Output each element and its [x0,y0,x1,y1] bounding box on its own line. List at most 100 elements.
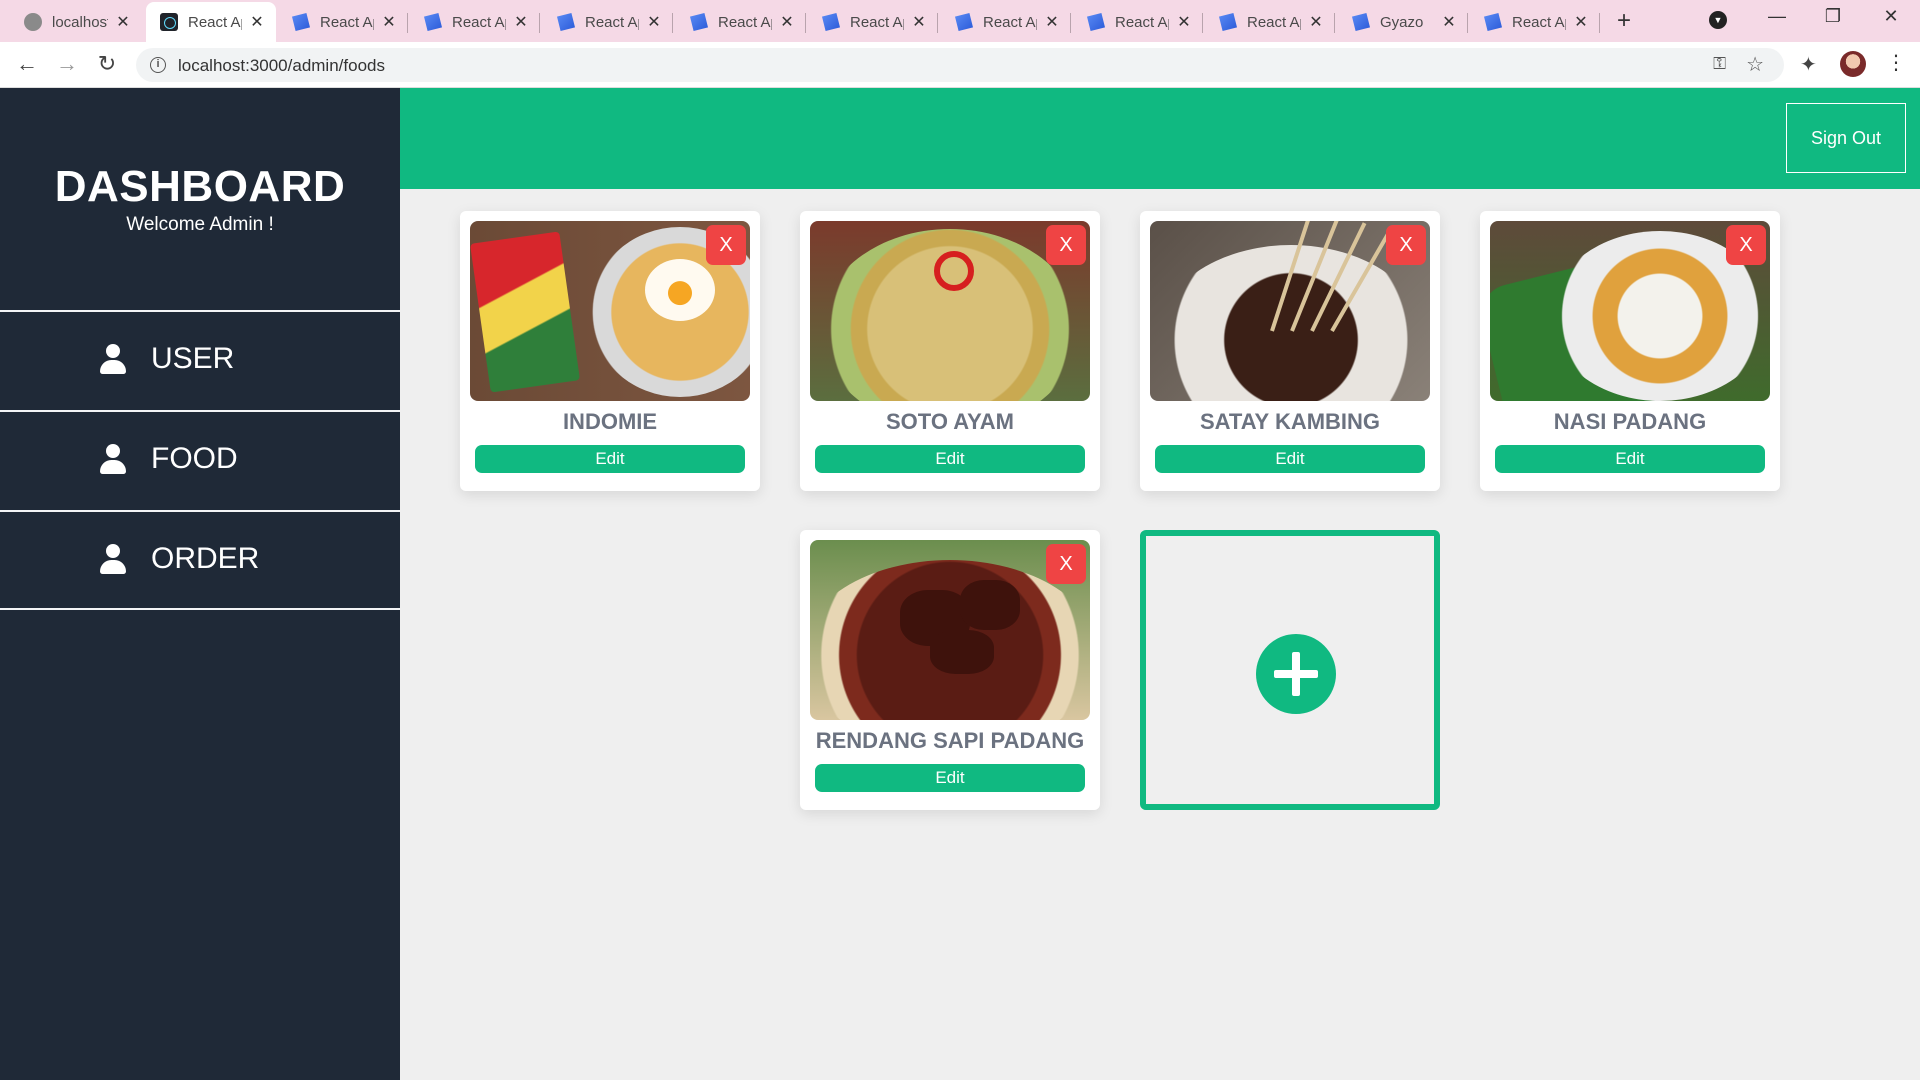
food-card-nasi-padang: X NASI PADANG Edit [1480,211,1780,491]
tab-title: React App [320,13,374,31]
window-close-icon[interactable]: ✕ [1876,6,1906,27]
edit-food-button[interactable]: Edit [1495,445,1765,473]
browser-tab[interactable]: React App ✕ [543,4,673,40]
profile-avatar[interactable] [1840,51,1866,77]
food-name: INDOMIE [562,409,658,434]
tab-title: Gyazo [1380,13,1424,31]
bookmark-star-icon[interactable]: ☆ [1746,52,1764,77]
forward-icon[interactable]: → [52,50,82,80]
tab-close-icon[interactable]: ✕ [380,12,398,32]
globe-icon [24,13,42,31]
tab-title: React App [718,13,772,31]
edit-food-button[interactable]: Edit [475,445,745,473]
sidebar-item-food[interactable]: FOOD [0,410,400,510]
tab-separator [672,13,673,33]
tab-close-icon[interactable]: ✕ [248,12,266,32]
browser-tab-active[interactable]: React App ✕ [146,2,276,42]
key-icon[interactable]: ⚿ [1713,54,1726,74]
gyazo-icon [424,13,442,31]
food-name: SATAY KAMBING [1199,409,1381,434]
tab-close-icon[interactable]: ✕ [1307,12,1325,32]
new-tab-button[interactable]: + [1612,7,1636,35]
tab-close-icon[interactable]: ✕ [1043,12,1061,32]
delete-food-button[interactable]: X [1386,225,1426,265]
browser-tab[interactable]: React App ✕ [808,4,938,40]
food-card-soto-ayam: X SOTO AYAM Edit [800,211,1100,491]
tab-separator [1202,13,1203,33]
browser-menu-icon[interactable]: ⋮ [1886,50,1906,75]
tab-close-icon[interactable]: ✕ [910,12,928,32]
sidebar-item-order[interactable]: ORDER [0,510,400,610]
gyazo-icon [822,13,840,31]
edit-food-button[interactable]: Edit [1155,445,1425,473]
add-food-card[interactable] [1140,530,1440,810]
tab-title: React App [1115,13,1169,31]
plus-circle-icon[interactable] [1256,634,1336,714]
browser-tab[interactable]: React App ✕ [1470,4,1600,40]
browser-tab[interactable]: React App ✕ [941,4,1071,40]
tab-close-icon[interactable]: ✕ [1440,12,1458,32]
tab-close-icon[interactable]: ✕ [1175,12,1193,32]
extensions-icon[interactable]: ✦ [1800,52,1817,77]
tab-title: localhost [52,13,108,31]
sidebar-item-user[interactable]: USER [0,310,400,410]
reload-icon[interactable]: ↻ [92,50,122,80]
edit-food-button[interactable]: Edit [815,445,1085,473]
browser-tab[interactable]: Gyazo ✕ [1338,4,1468,40]
browser-tab[interactable]: React App ✕ [1073,4,1203,40]
tab-search-icon[interactable]: ▼ [1709,11,1727,29]
delete-food-button[interactable]: X [706,225,746,265]
food-card-satay-kambing: X SATAY KAMBING Edit [1140,211,1440,491]
tab-title: React App [452,13,506,31]
tab-close-icon[interactable]: ✕ [645,12,663,32]
dashboard-title: DASHBOARD [54,162,346,211]
address-bar[interactable]: i localhost:3000/admin/foods ⚿ ☆ [136,48,1784,82]
url-text[interactable]: localhost:3000/admin/foods [178,56,385,76]
delete-food-button[interactable]: X [1726,225,1766,265]
tab-close-icon[interactable]: ✕ [778,12,796,32]
browser-tab[interactable]: React App ✕ [278,4,408,40]
delete-food-button[interactable]: X [1046,544,1086,584]
gyazo-icon [1219,13,1237,31]
react-icon [160,13,178,31]
gyazo-icon [690,13,708,31]
food-name: SOTO AYAM [886,409,1014,434]
sign-out-button[interactable]: Sign Out [1786,103,1906,173]
gyazo-icon [292,13,310,31]
tab-title: React App [1512,13,1566,31]
tab-separator [1070,13,1071,33]
gyazo-icon [1484,13,1502,31]
user-icon [100,344,126,376]
browser-tab-strip: localhost ✕ React App ✕ React App ✕ Reac… [0,0,1920,42]
sidebar-item-label: USER [151,342,235,375]
top-bar [400,88,1920,189]
tab-close-icon[interactable]: ✕ [512,12,530,32]
tab-separator [937,13,938,33]
food-name: NASI PADANG [1553,409,1707,434]
edit-food-button[interactable]: Edit [815,764,1085,792]
browser-tab[interactable]: React App ✕ [1205,4,1335,40]
sidebar-item-label: ORDER [151,542,260,575]
browser-tab[interactable]: localhost ✕ [10,4,142,40]
food-card-indomie: X INDOMIE Edit [460,211,760,491]
browser-tab[interactable]: React App ✕ [410,4,540,40]
back-icon[interactable]: ← [12,50,42,80]
user-icon [100,544,126,576]
tab-separator [1334,13,1335,33]
minimize-icon[interactable]: — [1762,6,1792,27]
gyazo-icon [1087,13,1105,31]
tab-separator [539,13,540,33]
tab-title: React App [188,13,242,31]
site-info-icon[interactable]: i [150,57,166,73]
tab-close-icon[interactable]: ✕ [1572,12,1590,32]
sidebar-item-label: FOOD [151,442,238,475]
gyazo-icon [955,13,973,31]
gyazo-icon [1352,13,1370,31]
delete-food-button[interactable]: X [1046,225,1086,265]
restore-icon[interactable]: ❐ [1818,6,1848,27]
browser-tab[interactable]: React App ✕ [676,4,806,40]
tab-close-icon[interactable]: ✕ [114,12,132,32]
tab-title: React App [983,13,1037,31]
food-grid-area: X INDOMIE Edit X SOTO AYAM Edit X SATAY … [400,189,1920,1080]
food-card-rendang-sapi-padang: X RENDANG SAPI PADANG Edit [800,530,1100,810]
